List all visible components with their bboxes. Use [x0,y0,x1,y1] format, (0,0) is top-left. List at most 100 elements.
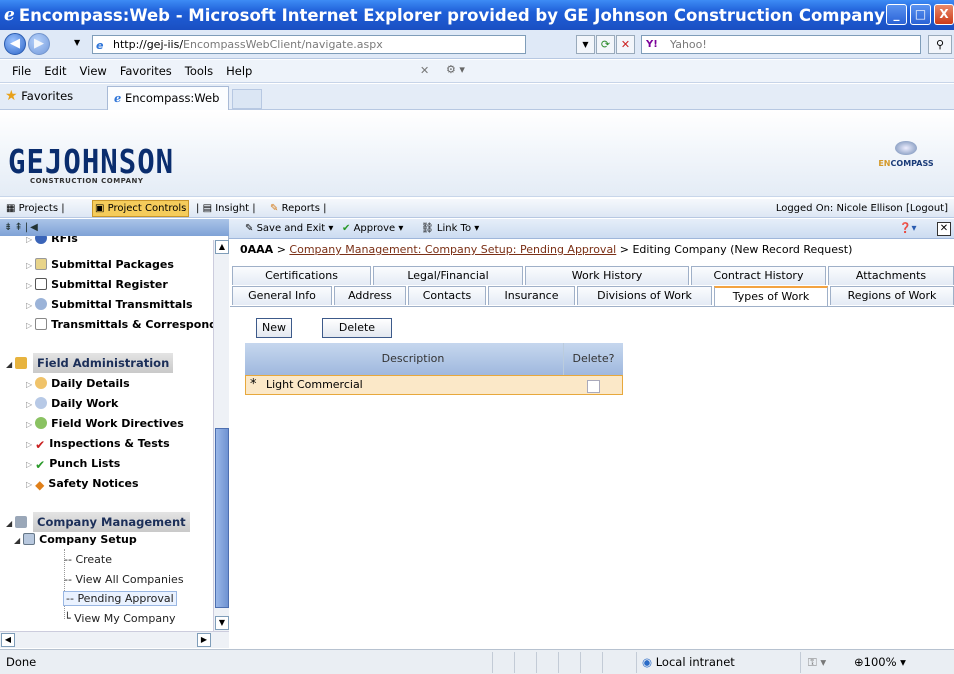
favorites-bar: ★ Favorites ℯ Encompass:Web [0,84,954,110]
scroll-thumb[interactable] [215,428,229,608]
tab-insurance[interactable]: Insurance [488,286,575,305]
close-toolbar-icon[interactable]: ✕ [420,64,429,77]
tab-certifications[interactable]: Certifications [232,266,371,285]
sidebar-item-submittal-transmittals[interactable]: ▷ Submittal Transmittals [26,298,193,311]
tab-general-info[interactable]: General Info [232,286,332,305]
section-company-management[interactable]: Company Management [33,512,190,532]
nav-reports[interactable]: ✎ Reports | [270,199,327,218]
table-row[interactable]: * Light Commercial [245,375,623,395]
scroll-up-icon[interactable]: ▲ [215,240,229,254]
save-exit-label: Save and Exit [256,223,326,234]
stop-icon[interactable]: ✕ [616,35,635,54]
collapse-all-icon[interactable]: ⇞ [14,222,24,233]
sidebar-horizontal-scrollbar[interactable]: ◀ ▶ [0,631,229,648]
menu-file[interactable]: File [12,64,31,78]
minimize-button[interactable]: _ [886,4,907,25]
sidebar-item-safety-notices[interactable]: ▷ ◆ Safety Notices [26,477,139,492]
zoom-control[interactable]: ⊕100% ▾ [854,650,906,674]
sidebar-item-submittal-register[interactable]: ▷ Submittal Register [26,278,168,291]
sidebar-item-rfis[interactable]: ▷ RFIs [26,236,78,245]
help-icon [35,236,48,244]
daily-details-icon [35,377,48,389]
sidebar-item-daily-work[interactable]: ▷ Daily Work [26,397,118,410]
status-divider [514,652,515,673]
close-button[interactable]: X [934,4,954,25]
subitem-label: View My Company [74,612,176,625]
tab-attachments[interactable]: Attachments [828,266,954,285]
approve-label: Approve [353,223,396,234]
grid-header: Description Delete? [245,343,623,375]
row-delete-checkbox[interactable] [587,380,600,393]
menu-favorites[interactable]: Favorites [120,64,172,78]
nav-projects[interactable]: ▦ Projects | [6,199,65,218]
tab-divisions-of-work[interactable]: Divisions of Work [577,286,712,305]
forward-icon[interactable]: ▶ [28,33,50,55]
refresh-icon[interactable]: ⟳ [596,35,615,54]
sidebar-subitem-view-all[interactable]: -- View All Companies [64,573,184,586]
close-panel-icon[interactable]: ✕ [937,222,951,236]
translate-icon[interactable]: ⚙ ▾ [446,63,465,76]
sidebar-subitem-create[interactable]: -- Create [64,553,112,566]
breadcrumb-separator: > [276,243,286,256]
link-to-button[interactable]: ⛓ Link To ▾ [421,219,479,239]
new-tab-button[interactable] [232,89,262,109]
sidebar-subitem-pending-approval[interactable]: -- Pending Approval [63,591,177,606]
save-exit-button[interactable]: ✎ Save and Exit ▾ [245,219,333,239]
help-dropdown-icon[interactable]: ❓▾ [899,219,916,239]
sidebar-item-punch-lists[interactable]: ▷ ✔ Punch Lists [26,457,121,472]
sidebar-vertical-scrollbar[interactable]: ▲ ▼ [213,240,229,631]
sidebar-subitem-view-my-company[interactable]: └ View My Company [64,612,176,625]
maximize-button[interactable]: □ [910,4,931,25]
sidebar-item-daily-details[interactable]: ▷ Daily Details [26,377,130,390]
search-input[interactable]: Y! Yahoo! [641,35,921,54]
favorites-button[interactable]: ★ Favorites [5,88,73,104]
sidebar: ▷ RFIs ▷ Submittal Packages ▷ Submittal Reg… [0,236,229,631]
nav-project-controls[interactable]: ▣ Project Controls [92,200,190,217]
history-dropdown-icon[interactable]: ▼ [74,38,80,47]
back-icon[interactable]: ◀ [4,33,26,55]
url-dropdown-icon[interactable]: ▼ [576,35,595,54]
tab-address[interactable]: Address [334,286,406,305]
menu-tools[interactable]: Tools [185,64,213,78]
tab-legal-financial[interactable]: Legal/Financial [373,266,523,285]
scroll-down-icon[interactable]: ▼ [215,616,229,630]
url-input[interactable]: e http://gej-iis/EncompassWebClient/navi… [92,35,526,54]
tab-regions-of-work[interactable]: Regions of Work [830,286,954,305]
menu-edit[interactable]: Edit [44,64,66,78]
sidebar-item-transmittals[interactable]: ▷ Transmittals & Correspond [26,318,213,331]
expand-all-icon[interactable]: ⇟ [4,222,14,233]
encompass-logo-post: COMPASS [890,159,934,168]
sidebar-item-submittal-packages[interactable]: ▷ Submittal Packages [26,258,174,271]
row-description[interactable]: Light Commercial [266,376,363,394]
approve-button[interactable]: ✔ Approve ▾ [342,219,403,239]
tab-types-of-work[interactable]: Types of Work [714,286,828,306]
url-path: EncompassWebClient/navigate.aspx [183,38,383,51]
new-button[interactable]: New [256,318,292,338]
sidebar-item-field-work-directives[interactable]: ▷ Field Work Directives [26,417,184,430]
protected-mode-icon[interactable]: ⚿ ▾ [808,650,826,674]
company-mgmt-expander[interactable]: ◢ [6,516,31,529]
tab-contract-history[interactable]: Contract History [691,266,826,285]
nav-insight[interactable]: | ▤ Insight | [196,199,256,218]
field-admin-expander[interactable]: ◢ [6,357,31,370]
collapse-sidebar-icon[interactable]: |◀ [25,222,40,233]
tab-contacts[interactable]: Contacts [408,286,486,305]
zoom-level: 100% [863,655,897,669]
scroll-left-icon[interactable]: ◀ [1,633,15,647]
section-field-administration[interactable]: Field Administration [33,353,174,373]
scroll-right-icon[interactable]: ▶ [197,633,211,647]
sidebar-item-label: Submittal Packages [51,258,174,271]
breadcrumb-link[interactable]: Company Management: Company Setup: Pendi… [289,243,616,256]
browser-tab[interactable]: ℯ Encompass:Web [107,86,229,110]
sidebar-item-label: Punch Lists [49,457,121,470]
column-delete[interactable]: Delete? [563,343,623,375]
menu-view[interactable]: View [80,64,107,78]
sidebar-item-company-setup[interactable]: ◢ Company Setup [14,533,137,546]
logout-link[interactable]: [Logout] [906,203,948,214]
search-icon[interactable]: ⚲ [928,35,952,54]
delete-button[interactable]: Delete [322,318,392,338]
column-description[interactable]: Description [265,343,561,375]
tab-work-history[interactable]: Work History [525,266,689,285]
menu-help[interactable]: Help [226,64,252,78]
sidebar-item-inspections-tests[interactable]: ▷ ✔ Inspections & Tests [26,437,170,452]
